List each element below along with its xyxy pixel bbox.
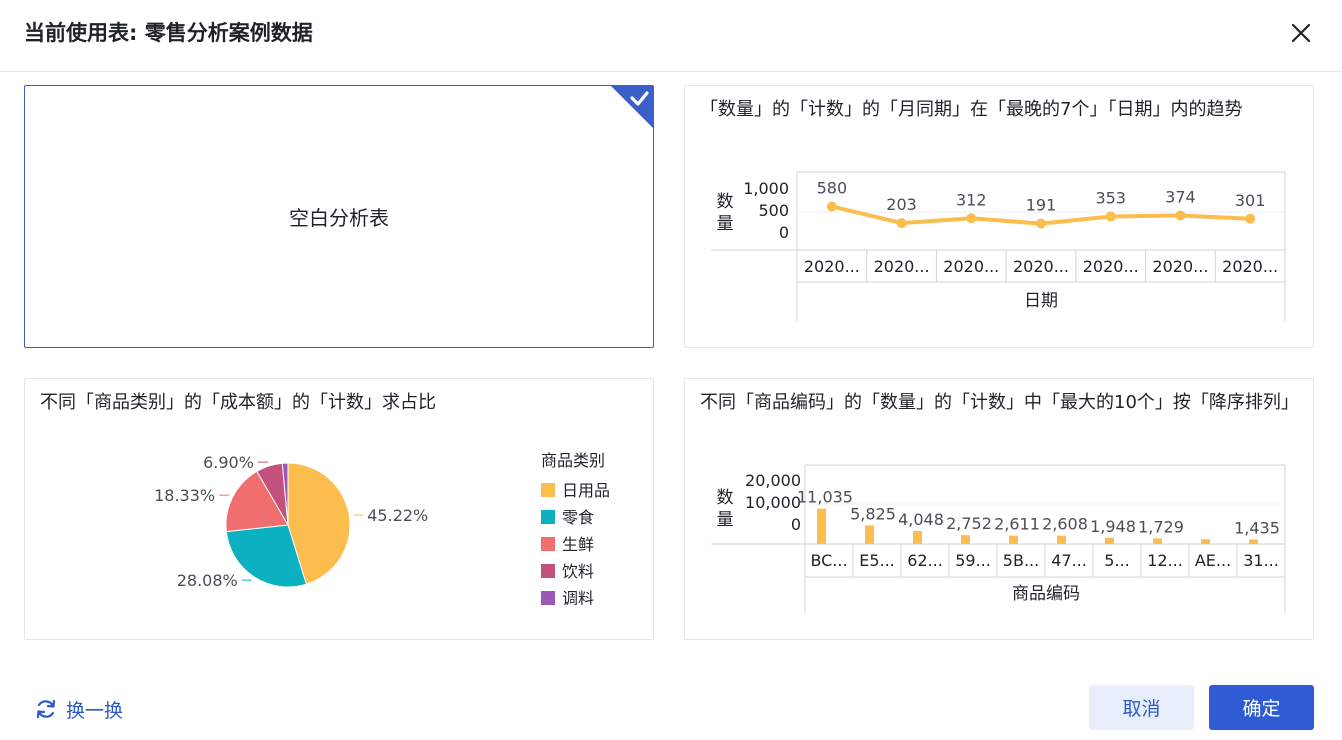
data-label: 2,608 bbox=[1042, 515, 1088, 534]
data-label: 2,611 bbox=[994, 515, 1040, 534]
x-tick-label: 2020... bbox=[874, 257, 930, 276]
data-label: 203 bbox=[886, 195, 917, 214]
x-tick-label: 2020... bbox=[1083, 257, 1139, 276]
data-label: 374 bbox=[1165, 188, 1196, 207]
close-icon[interactable] bbox=[1286, 18, 1316, 48]
pie-data-label: 28.08% bbox=[177, 571, 238, 590]
pie-data-label: 45.22% bbox=[367, 506, 428, 525]
line-xlabel: 日期 bbox=[1024, 291, 1058, 311]
legend-label: 饮料 bbox=[562, 562, 594, 581]
line-ylabel: 量 bbox=[717, 214, 734, 234]
x-tick-label: 2020... bbox=[1222, 257, 1278, 276]
y-tick-label: 10,000 bbox=[745, 493, 801, 512]
bar-ylabel: 量 bbox=[717, 510, 734, 530]
x-tick-label: 62... bbox=[907, 551, 943, 570]
blank-table-card[interactable]: 空白分析表 bbox=[24, 85, 654, 348]
data-label: 191 bbox=[1026, 196, 1057, 215]
x-tick-label: 5B... bbox=[1003, 551, 1039, 570]
x-tick-label: BC... bbox=[810, 551, 847, 570]
x-tick-label: 12... bbox=[1147, 551, 1183, 570]
line-point bbox=[1175, 210, 1186, 221]
refresh-icon bbox=[36, 699, 56, 719]
refresh-label: 换一换 bbox=[66, 699, 124, 722]
bar bbox=[817, 508, 826, 544]
data-label: 5,825 bbox=[850, 504, 896, 523]
pie-chart: 45.22% 28.08% 18.33% 6.90% 商品类别 日用品零食生鲜饮料调料 bbox=[154, 451, 610, 608]
bar bbox=[913, 531, 922, 544]
legend-swatch bbox=[541, 591, 555, 605]
data-label: 2,752 bbox=[946, 514, 992, 533]
bar-chart: 数 量 商品编码 20,000 10,000 0 11,035 BC... 5,825 E5… bbox=[711, 464, 1286, 613]
data-label: 1,948 bbox=[1090, 517, 1136, 536]
x-tick-label: 2020... bbox=[943, 257, 999, 276]
data-label: 11,035 bbox=[797, 488, 853, 507]
data-label: 1,435 bbox=[1234, 518, 1280, 537]
data-label: 353 bbox=[1095, 188, 1126, 207]
refresh-button[interactable]: 换一换 bbox=[34, 694, 123, 724]
line-point bbox=[966, 213, 977, 224]
line-point bbox=[826, 201, 837, 212]
y-tick-label: 0 bbox=[791, 515, 801, 534]
confirm-button[interactable]: 确定 bbox=[1209, 685, 1314, 730]
data-label: 1,729 bbox=[1138, 517, 1184, 536]
legend-swatch bbox=[541, 483, 555, 497]
cancel-button[interactable]: 取消 bbox=[1089, 685, 1194, 730]
bar bbox=[1249, 539, 1258, 544]
dialog-header: 当前使用表: 零售分析案例数据 bbox=[0, 0, 1342, 72]
x-tick-label: E5... bbox=[859, 551, 895, 570]
bar-ylabel: 数 bbox=[717, 488, 734, 508]
bar-chart-card[interactable]: 不同「商品编码」的「数量」的「计数」中「最大的10个」按「降序排列」 数 量 商… bbox=[684, 378, 1314, 640]
legend-label: 调料 bbox=[562, 589, 594, 608]
data-label: 312 bbox=[956, 190, 987, 209]
check-icon bbox=[611, 86, 653, 128]
line-point bbox=[1036, 218, 1046, 229]
line-point bbox=[1105, 211, 1116, 222]
x-tick-label: 5... bbox=[1104, 551, 1129, 570]
bar-xlabel: 商品编码 bbox=[1012, 584, 1080, 604]
legend-swatch bbox=[541, 564, 555, 578]
data-label: 4,048 bbox=[898, 510, 944, 529]
x-tick-label: 31... bbox=[1243, 551, 1279, 570]
y-tick-label: 1,000 bbox=[743, 179, 789, 198]
x-tick-label: 2020... bbox=[1152, 257, 1208, 276]
x-tick-label: 2020... bbox=[804, 257, 860, 276]
data-label: 301 bbox=[1235, 191, 1266, 210]
legend-label: 零食 bbox=[562, 508, 594, 527]
pie-chart-card[interactable]: 不同「商品类别」的「成本额」的「计数」求占比 45.22% 28.08% 18.33… bbox=[24, 378, 654, 640]
legend-label: 日用品 bbox=[562, 481, 610, 500]
y-tick-label: 0 bbox=[779, 223, 789, 242]
dialog-title: 当前使用表: 零售分析案例数据 bbox=[24, 21, 313, 45]
bar bbox=[1153, 538, 1162, 544]
line-ylabel: 数 bbox=[717, 192, 734, 212]
legend-title: 商品类别 bbox=[541, 451, 605, 470]
legend-swatch bbox=[541, 537, 555, 551]
legend-swatch bbox=[541, 510, 555, 524]
pie-data-label: 18.33% bbox=[154, 486, 215, 505]
line-chart: 数 量 日期 1,000 500 0 580 2020... 203 2020... 312 2… bbox=[711, 171, 1286, 321]
x-tick-label: 47... bbox=[1051, 551, 1087, 570]
blank-table-label: 空白分析表 bbox=[289, 206, 389, 230]
bar bbox=[1201, 539, 1210, 544]
data-label: 580 bbox=[817, 178, 848, 197]
y-tick-label: 500 bbox=[758, 201, 789, 220]
bar bbox=[1105, 537, 1114, 544]
x-tick-label: AE... bbox=[1195, 551, 1231, 570]
bar bbox=[1057, 535, 1066, 544]
bar bbox=[865, 525, 874, 544]
bar bbox=[1009, 535, 1018, 544]
y-tick-label: 20,000 bbox=[745, 471, 801, 490]
line-chart-card[interactable]: 「数量」的「计数」的「月同期」在「最晚的7个」「日期」内的趋势 数 量 日期 1… bbox=[684, 85, 1314, 348]
line-point bbox=[1245, 213, 1256, 224]
line-point bbox=[896, 218, 907, 229]
pie-data-label: 6.90% bbox=[203, 453, 254, 472]
x-tick-label: 2020... bbox=[1013, 257, 1069, 276]
bar bbox=[961, 535, 970, 544]
x-tick-label: 59... bbox=[955, 551, 991, 570]
legend-label: 生鲜 bbox=[562, 535, 594, 554]
